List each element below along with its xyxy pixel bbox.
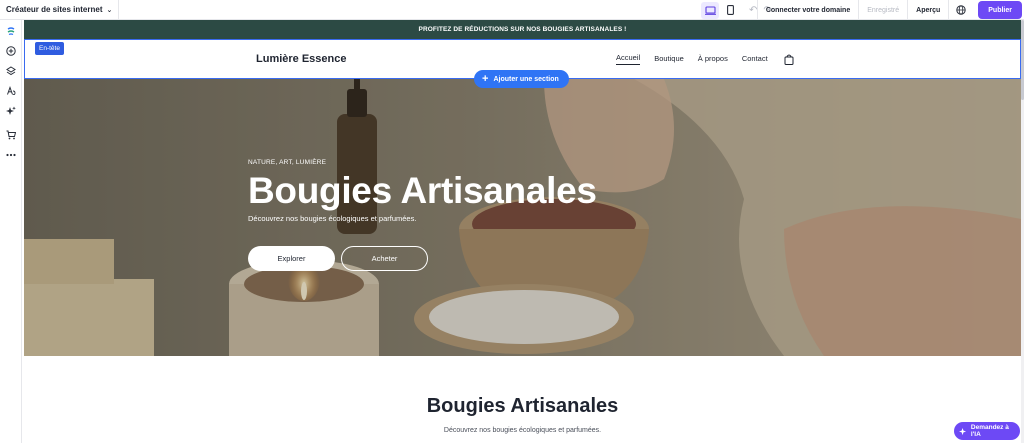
globe-icon (956, 5, 966, 15)
saved-status: Enregistré (858, 0, 907, 20)
hero-content: NATURE, ART, LUMIÈRE Bougies Artisanales… (248, 159, 597, 271)
intro-section[interactable]: Bougies Artisanales Découvrez nos bougie… (24, 356, 1021, 443)
layers-button[interactable] (3, 64, 19, 77)
website-canvas: PROFITEZ DE RÉDUCTIONS SUR NOS BOUGIES A… (24, 20, 1021, 443)
sparkles-icon (5, 106, 16, 115)
cart-icon (6, 130, 16, 139)
hero-kicker: NATURE, ART, LUMIÈRE (248, 159, 327, 166)
nav-item-accueil[interactable]: Accueil (616, 53, 641, 65)
hero-subtitle[interactable]: Découvrez nos bougies écologiques et par… (248, 214, 597, 223)
buy-button[interactable]: Acheter (341, 246, 428, 271)
nav-item-a-propos[interactable]: À propos (698, 54, 728, 65)
editor-toolbar: Créateur de sites internet ⌄ ↶ ↷ Connect… (0, 0, 1024, 20)
hero-buttons: Explorer Acheter (248, 246, 597, 271)
toolbar-right: Connecter votre domaine Enregistré Aperç… (756, 0, 1024, 20)
more-dots-icon (5, 153, 16, 156)
intro-title[interactable]: Bougies Artisanales (24, 395, 1021, 418)
site-brand[interactable]: Lumière Essence (256, 53, 347, 65)
plus-circle-icon (5, 45, 16, 56)
header-section-tag[interactable]: En-tête (35, 42, 64, 55)
builder-menu-label: Créateur de sites internet (6, 5, 103, 14)
chevron-down-icon: ⌄ (106, 6, 113, 14)
add-section-button[interactable]: + Ajouter une section (474, 70, 569, 88)
language-button[interactable] (948, 0, 972, 20)
connect-domain-button[interactable]: Connecter votre domaine (756, 0, 858, 20)
logo-icon (7, 26, 14, 35)
store-button[interactable] (3, 128, 19, 141)
ai-tools-button[interactable] (3, 104, 19, 117)
nav-item-boutique[interactable]: Boutique (654, 54, 684, 65)
builder-menu[interactable]: Créateur de sites internet ⌄ (0, 0, 120, 19)
hero-section[interactable]: NATURE, ART, LUMIÈRE Bougies Artisanales… (24, 79, 1021, 356)
desktop-icon (704, 5, 716, 15)
styles-button[interactable] (3, 84, 19, 97)
ai-sparkle-icon (959, 427, 967, 435)
announcement-bar[interactable]: PROFITEZ DE RÉDUCTIONS SUR NOS BOUGIES A… (24, 20, 1021, 39)
more-button[interactable] (3, 148, 19, 161)
nav-item-contact[interactable]: Contact (742, 54, 768, 65)
mobile-view-button[interactable] (721, 2, 739, 19)
left-rail (0, 20, 22, 443)
publish-button[interactable]: Publier (978, 1, 1022, 19)
preview-button[interactable]: Aperçu (907, 0, 948, 20)
typography-icon (6, 85, 15, 95)
mobile-icon (726, 5, 734, 15)
plus-icon: + (482, 72, 489, 85)
site-nav: Accueil Boutique À propos Contact (616, 53, 794, 65)
add-element-button[interactable] (3, 44, 19, 57)
shopping-bag-icon[interactable] (784, 54, 794, 65)
intro-subtitle[interactable]: Découvrez nos bougies écologiques et par… (24, 427, 1021, 434)
desktop-view-button[interactable] (701, 1, 719, 19)
ask-ai-label: Demandez à l'IA (970, 424, 1009, 438)
logo-button[interactable] (3, 24, 19, 37)
ask-ai-button[interactable]: Demandez à l'IA (954, 422, 1020, 440)
layers-icon (5, 65, 16, 75)
hero-title[interactable]: Bougies Artisanales (248, 172, 597, 209)
explore-button[interactable]: Explorer (248, 246, 335, 271)
add-section-label: Ajouter une section (493, 75, 559, 83)
